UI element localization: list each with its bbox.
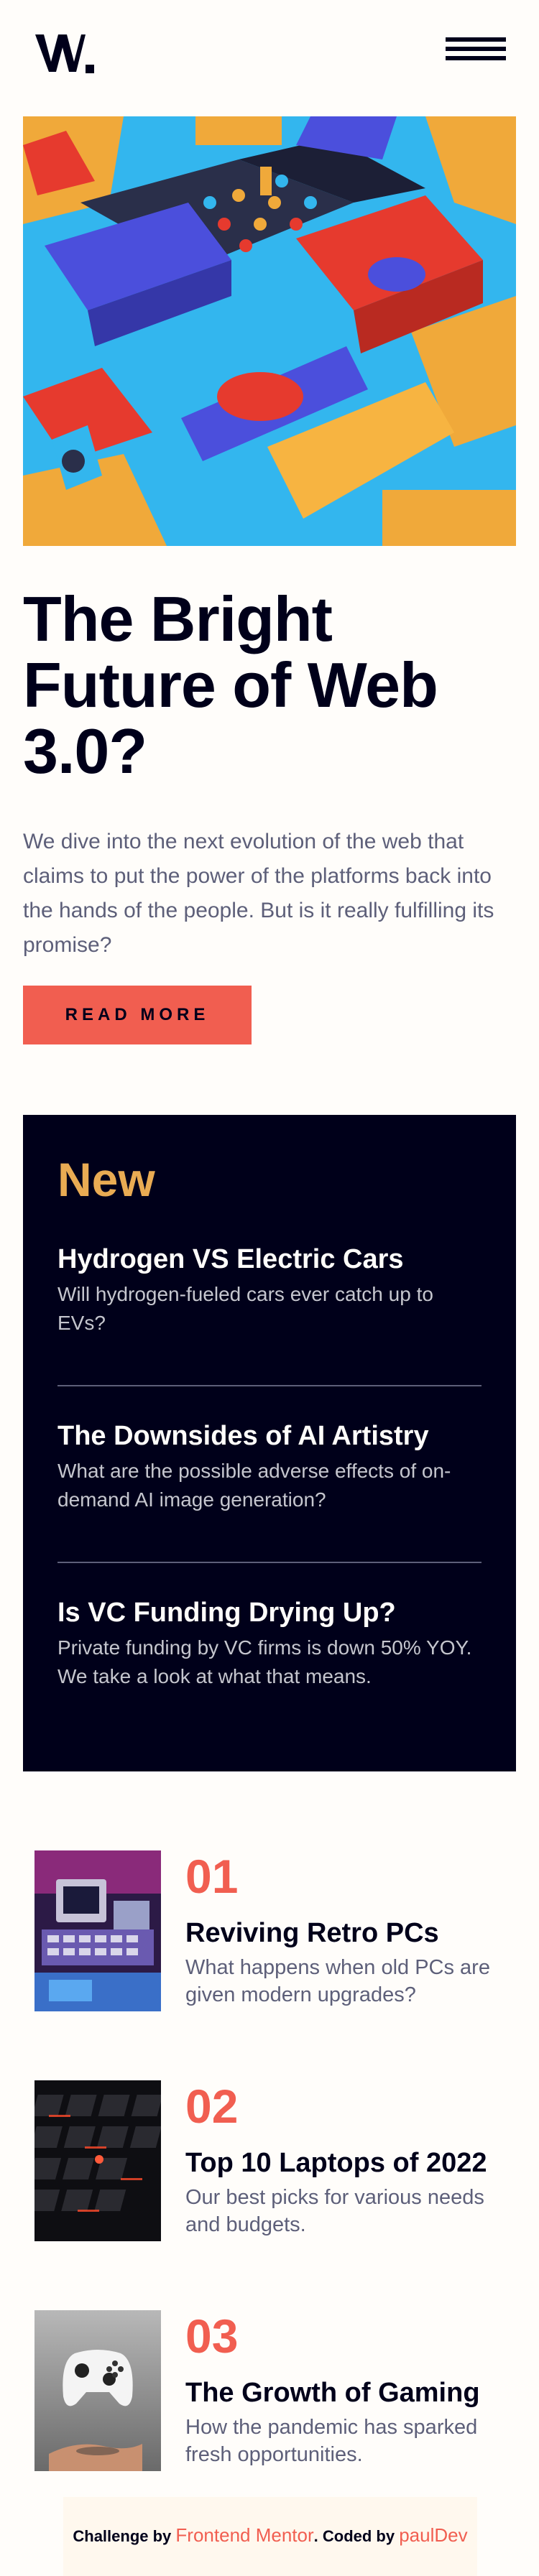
new-item[interactable]: Hydrogen VS Electric Cars Will hydrogen-… — [57, 1243, 482, 1338]
new-item-title[interactable]: Is VC Funding Drying Up? — [57, 1596, 482, 1629]
new-item[interactable]: The Downsides of AI Artistry What are th… — [57, 1419, 482, 1514]
item-number: 02 — [185, 2080, 239, 2133]
game-controller-image — [34, 2310, 161, 2471]
item-title[interactable]: The Growth of Gaming — [185, 2376, 480, 2409]
new-articles-panel: New Hydrogen VS Electric Cars Will hydro… — [23, 1115, 516, 1771]
item-description: What happens when old PCs are given mode… — [185, 1956, 490, 2006]
item-description: Our best picks for various needs and bud… — [185, 2186, 484, 2236]
logo-icon — [35, 34, 94, 73]
new-item[interactable]: Is VC Funding Drying Up? Private funding… — [57, 1596, 482, 1691]
item-number: 01 — [185, 1850, 239, 1903]
item-title[interactable]: Top 10 Laptops of 2022 — [185, 2146, 487, 2179]
author-link[interactable]: paulDev — [399, 2524, 467, 2546]
new-section-title: New — [57, 1153, 155, 1206]
hero-description: We dive into the next evolution of the w… — [23, 830, 494, 957]
divider — [57, 1562, 482, 1563]
new-item-description: Private funding by VC firms is down 50% … — [57, 1636, 472, 1687]
laptop-keyboard-image — [34, 2080, 161, 2241]
item-description: How the pandemic has sparked fresh oppor… — [185, 2416, 478, 2466]
menu-button[interactable] — [446, 34, 506, 63]
new-item-description: Will hydrogen-fueled cars ever catch up … — [57, 1283, 433, 1334]
divider — [57, 1385, 482, 1386]
read-more-button[interactable]: READ MORE — [23, 986, 252, 1044]
item-title[interactable]: Reviving Retro PCs — [185, 1917, 439, 1950]
hamburger-line — [446, 47, 506, 51]
attribution: Challenge by Frontend Mentor. Coded by p… — [63, 2497, 477, 2576]
frontend-mentor-link[interactable]: Frontend Mentor — [175, 2524, 313, 2546]
list-item: 02 Top 10 Laptops of 2022 Our best picks… — [34, 2080, 509, 2241]
attribution-middle: . Coded by — [313, 2527, 400, 2545]
logo[interactable] — [35, 24, 97, 73]
new-item-title[interactable]: The Downsides of AI Artistry — [57, 1419, 482, 1453]
attribution-prefix: Challenge by — [73, 2527, 176, 2545]
hamburger-line — [446, 56, 506, 60]
new-item-title[interactable]: Hydrogen VS Electric Cars — [57, 1243, 482, 1276]
list-item: 03 The Growth of Gaming How the pandemic… — [34, 2309, 509, 2471]
retro-pc-image — [34, 1850, 161, 2011]
hamburger-icon — [446, 37, 506, 42]
hero-title: The Bright Future of Web 3.0? — [23, 583, 438, 787]
new-item-description: What are the possible adverse effects of… — [57, 1460, 451, 1511]
hero-image — [23, 116, 516, 546]
item-number: 03 — [185, 2309, 239, 2363]
abstract-3d-shapes-image — [23, 116, 516, 546]
list-item: 01 Reviving Retro PCs What happens when … — [34, 1850, 509, 2011]
page: The Bright Future of Web 3.0? We dive in… — [0, 0, 539, 2576]
attribution-text: Challenge by Frontend Mentor. Coded by p… — [63, 2524, 477, 2547]
